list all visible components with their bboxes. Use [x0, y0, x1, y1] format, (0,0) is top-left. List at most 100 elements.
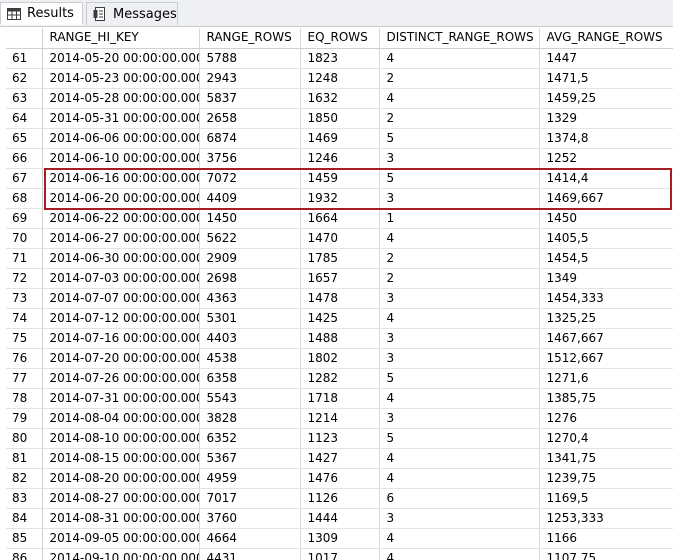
eq-rows-cell[interactable]: 1444	[300, 508, 380, 529]
distinct-range-rows-cell[interactable]: 4	[379, 308, 540, 329]
distinct-range-rows-cell[interactable]: 5	[379, 128, 540, 149]
eq-rows-cell[interactable]: 1248	[300, 68, 380, 89]
range-hi-key-cell[interactable]: 2014-05-28 00:00:00.000	[42, 88, 200, 109]
range-rows-cell[interactable]: 5301	[199, 308, 301, 329]
tab-results[interactable]: Results	[0, 2, 83, 25]
table-row[interactable]: 73 2014-07-07 00:00:00.000 4363 1478 3 1454,3…	[6, 288, 673, 309]
distinct-range-rows-cell[interactable]: 3	[379, 328, 540, 349]
range-rows-cell[interactable]: 5543	[199, 388, 301, 409]
range-rows-cell[interactable]: 3760	[199, 508, 301, 529]
range-rows-cell[interactable]: 5367	[199, 448, 301, 469]
row-number[interactable]: 74	[6, 308, 43, 329]
eq-rows-cell[interactable]: 1309	[300, 528, 380, 549]
avg-range-rows-cell[interactable]: 1270,4	[539, 428, 673, 449]
eq-rows-cell[interactable]: 1488	[300, 328, 380, 349]
avg-range-rows-cell[interactable]: 1166	[539, 528, 673, 549]
range-rows-cell[interactable]: 2909	[199, 248, 301, 269]
row-number[interactable]: 80	[6, 428, 43, 449]
avg-range-rows-header[interactable]: AVG_RANGE_ROWS	[539, 28, 673, 49]
eq-rows-cell[interactable]: 1478	[300, 288, 380, 309]
distinct-range-rows-cell[interactable]: 4	[379, 528, 540, 549]
distinct-range-rows-cell[interactable]: 3	[379, 508, 540, 529]
range-hi-key-cell[interactable]: 2014-05-20 00:00:00.000	[42, 48, 200, 69]
range-rows-cell[interactable]: 7072	[199, 168, 301, 189]
range-hi-key-cell[interactable]: 2014-07-16 00:00:00.000	[42, 328, 200, 349]
eq-rows-cell[interactable]: 1802	[300, 348, 380, 369]
distinct-range-rows-cell[interactable]: 3	[379, 188, 540, 209]
row-number[interactable]: 83	[6, 488, 43, 509]
range-hi-key-cell[interactable]: 2014-08-27 00:00:00.000	[42, 488, 200, 509]
table-row[interactable]: 63 2014-05-28 00:00:00.000 5837 1632 4 1459,2…	[6, 88, 673, 109]
range-hi-key-cell[interactable]: 2014-08-10 00:00:00.000	[42, 428, 200, 449]
range-hi-key-cell[interactable]: 2014-07-26 00:00:00.000	[42, 368, 200, 389]
avg-range-rows-cell[interactable]: 1459,25	[539, 88, 673, 109]
range-rows-cell[interactable]: 5788	[199, 48, 301, 69]
row-number-header[interactable]	[6, 28, 43, 49]
row-number[interactable]: 81	[6, 448, 43, 469]
avg-range-rows-cell[interactable]: 1276	[539, 408, 673, 429]
row-number[interactable]: 79	[6, 408, 43, 429]
distinct-range-rows-cell[interactable]: 4	[379, 468, 540, 489]
distinct-range-rows-cell[interactable]: 4	[379, 548, 540, 560]
row-number[interactable]: 63	[6, 88, 43, 109]
table-row[interactable]: 68 2014-06-20 00:00:00.000 4409 1932 3 1469,6…	[6, 188, 673, 209]
table-row[interactable]: 70 2014-06-27 00:00:00.000 5622 1470 4 1405,5	[6, 228, 673, 249]
table-row[interactable]: 61 2014-05-20 00:00:00.000 5788 1823 4 1447	[6, 48, 673, 69]
table-row[interactable]: 84 2014-08-31 00:00:00.000 3760 1444 3 1253,3…	[6, 508, 673, 529]
eq-rows-cell[interactable]: 1850	[300, 108, 380, 129]
range-rows-cell[interactable]: 6358	[199, 368, 301, 389]
distinct-range-rows-cell[interactable]: 4	[379, 48, 540, 69]
range-rows-cell[interactable]: 2943	[199, 68, 301, 89]
range-hi-key-cell[interactable]: 2014-07-31 00:00:00.000	[42, 388, 200, 409]
range-hi-key-header[interactable]: RANGE_HI_KEY	[42, 28, 200, 49]
range-hi-key-cell[interactable]: 2014-06-30 00:00:00.000	[42, 248, 200, 269]
avg-range-rows-cell[interactable]: 1385,75	[539, 388, 673, 409]
row-number[interactable]: 62	[6, 68, 43, 89]
row-number[interactable]: 82	[6, 468, 43, 489]
range-rows-cell[interactable]: 4431	[199, 548, 301, 560]
table-row[interactable]: 85 2014-09-05 00:00:00.000 4664 1309 4 1166	[6, 528, 673, 549]
range-hi-key-cell[interactable]: 2014-09-05 00:00:00.000	[42, 528, 200, 549]
distinct-range-rows-cell[interactable]: 1	[379, 208, 540, 229]
eq-rows-cell[interactable]: 1470	[300, 228, 380, 249]
row-number[interactable]: 64	[6, 108, 43, 129]
distinct-range-rows-cell[interactable]: 5	[379, 428, 540, 449]
avg-range-rows-cell[interactable]: 1450	[539, 208, 673, 229]
avg-range-rows-cell[interactable]: 1414,4	[539, 168, 673, 189]
range-rows-cell[interactable]: 5837	[199, 88, 301, 109]
range-hi-key-cell[interactable]: 2014-09-10 00:00:00.000	[42, 548, 200, 560]
eq-rows-cell[interactable]: 1476	[300, 468, 380, 489]
table-row[interactable]: 71 2014-06-30 00:00:00.000 2909 1785 2 1454,5	[6, 248, 673, 269]
avg-range-rows-cell[interactable]: 1512,667	[539, 348, 673, 369]
table-row[interactable]: 83 2014-08-27 00:00:00.000 7017 1126 6 1169,5	[6, 488, 673, 509]
distinct-range-rows-cell[interactable]: 2	[379, 68, 540, 89]
table-row[interactable]: 74 2014-07-12 00:00:00.000 5301 1425 4 1325,2…	[6, 308, 673, 329]
row-number[interactable]: 66	[6, 148, 43, 169]
table-row[interactable]: 81 2014-08-15 00:00:00.000 5367 1427 4 1341,7…	[6, 448, 673, 469]
table-row[interactable]: 65 2014-06-06 00:00:00.000 6874 1469 5 1374,8	[6, 128, 673, 149]
row-number[interactable]: 76	[6, 348, 43, 369]
eq-rows-cell[interactable]: 1932	[300, 188, 380, 209]
eq-rows-cell[interactable]: 1017	[300, 548, 380, 560]
row-number[interactable]: 78	[6, 388, 43, 409]
avg-range-rows-cell[interactable]: 1469,667	[539, 188, 673, 209]
eq-rows-cell[interactable]: 1657	[300, 268, 380, 289]
distinct-range-rows-cell[interactable]: 3	[379, 408, 540, 429]
table-row[interactable]: 75 2014-07-16 00:00:00.000 4403 1488 3 1467,6…	[6, 328, 673, 349]
distinct-range-rows-cell[interactable]: 4	[379, 228, 540, 249]
row-number[interactable]: 70	[6, 228, 43, 249]
table-row[interactable]: 67 2014-06-16 00:00:00.000 7072 1459 5 1414,4	[6, 168, 673, 189]
range-rows-cell[interactable]: 2658	[199, 108, 301, 129]
distinct-range-rows-cell[interactable]: 3	[379, 348, 540, 369]
eq-rows-cell[interactable]: 1427	[300, 448, 380, 469]
row-number[interactable]: 65	[6, 128, 43, 149]
distinct-range-rows-cell[interactable]: 5	[379, 368, 540, 389]
range-hi-key-cell[interactable]: 2014-08-04 00:00:00.000	[42, 408, 200, 429]
distinct-range-rows-cell[interactable]: 2	[379, 268, 540, 289]
range-hi-key-cell[interactable]: 2014-06-22 00:00:00.000	[42, 208, 200, 229]
distinct-range-rows-cell[interactable]: 4	[379, 88, 540, 109]
eq-rows-cell[interactable]: 1469	[300, 128, 380, 149]
eq-rows-cell[interactable]: 1785	[300, 248, 380, 269]
eq-rows-cell[interactable]: 1823	[300, 48, 380, 69]
avg-range-rows-cell[interactable]: 1467,667	[539, 328, 673, 349]
